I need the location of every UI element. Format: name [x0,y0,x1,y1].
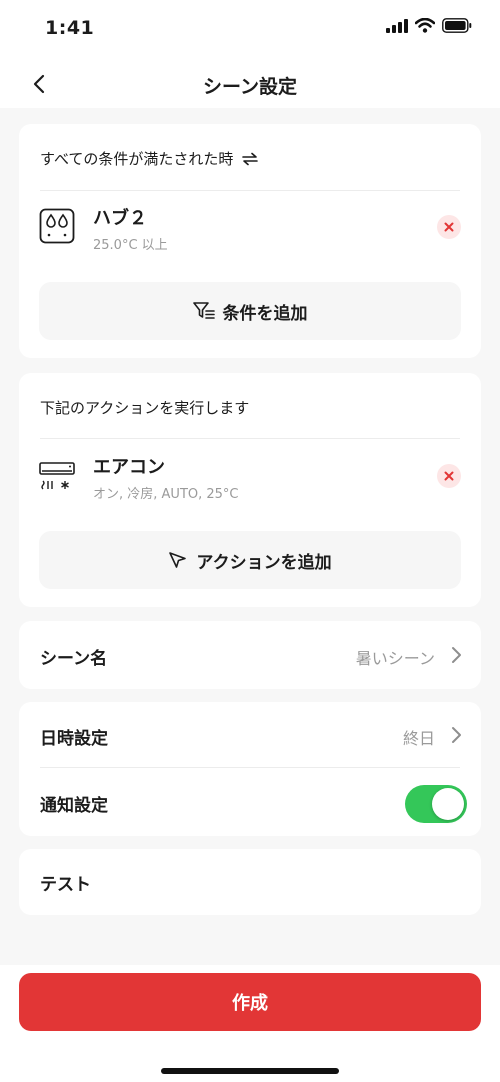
swap-arrows-icon[interactable] [241,152,259,166]
conditions-card: すべての条件が満たされた時 ハブ２ 25.0°C 以上 条件を追加 [19,124,481,358]
cursor-arrow-icon [169,552,187,568]
conditions-heading-text: すべての条件が満たされた時 [40,150,234,168]
bottom-bar: 作成 [0,965,500,1082]
action-device-detail: オン, 冷房, AUTO, 25°C [93,487,239,502]
condition-device-detail: 25.0°C 以上 [93,238,168,253]
toggle-knob [432,788,464,820]
notification-label: 通知設定 [40,796,108,816]
conditions-heading: すべての条件が満たされた時 [40,148,259,169]
schedule-value: 終日 [402,729,435,748]
hub-humidity-icon [39,208,75,244]
battery-icon [442,18,472,33]
remove-condition-button[interactable] [437,215,461,239]
home-indicator [161,1068,339,1074]
condition-device-name: ハブ２ [93,208,147,229]
navigation-bar: シーン設定 [0,60,500,108]
air-conditioner-icon [39,462,75,490]
actions-heading: 下記のアクションを実行します [40,399,250,417]
schedule-label: 日時設定 [40,729,108,749]
status-bar: 1:41 [0,0,500,60]
chevron-right-icon [452,727,461,743]
divider [40,438,460,439]
status-time: 1:41 [45,17,95,39]
divider [40,190,460,191]
scene-name-label: シーン名 [40,649,108,669]
create-button[interactable]: 作成 [19,973,481,1031]
add-condition-button[interactable]: 条件を追加 [39,282,461,340]
notification-toggle[interactable] [405,785,467,823]
action-device-name: エアコン [93,457,165,478]
page-title: シーン設定 [202,76,298,98]
remove-action-button[interactable] [437,464,461,488]
add-action-button[interactable]: アクションを追加 [39,531,461,589]
add-action-label: アクションを追加 [196,552,332,573]
cellular-signal-icon [386,18,408,33]
settings-card: 日時設定 終日 通知設定 [19,702,481,836]
test-row[interactable]: テスト [19,849,481,915]
add-condition-label: 条件を追加 [222,303,308,324]
close-icon [444,471,454,481]
filter-add-icon [192,302,215,319]
actions-card: 下記のアクションを実行します エアコン オン, 冷房, AUTO, 25°C ア… [19,373,481,607]
scene-name-value: 暑いシーン [355,649,435,668]
wifi-icon [415,18,435,33]
test-label: テスト [40,875,91,895]
scene-name-row[interactable]: シーン名 暑いシーン [19,621,481,689]
status-icons [386,18,472,33]
close-icon [444,222,454,232]
divider [40,767,460,768]
chevron-right-icon [452,647,461,663]
